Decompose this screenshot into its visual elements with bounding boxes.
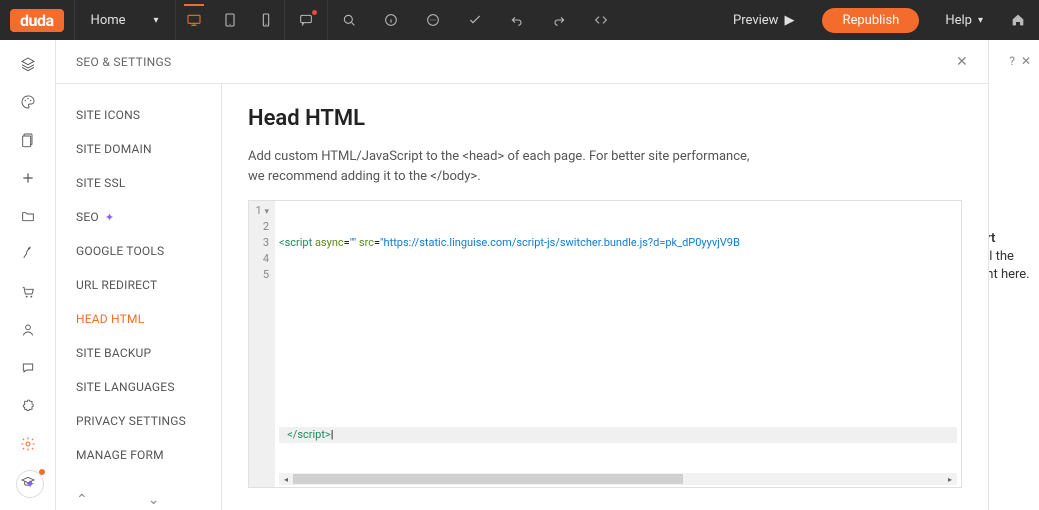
rail-content[interactable] <box>16 204 40 228</box>
horizontal-scrollbar[interactable]: ◂ ▸ <box>279 473 957 485</box>
preview-label: Preview <box>733 13 778 28</box>
background-hint-text: art all the ght here. <box>989 230 1039 285</box>
page-selector[interactable]: Home ▾ <box>75 13 175 28</box>
redo-icon <box>551 12 567 28</box>
help-label: Help <box>945 13 972 28</box>
play-icon: ▶ <box>784 13 794 28</box>
settings-panel: SEO & SETTINGS ✕ SITE ICONS SITE DOMAIN … <box>56 40 989 510</box>
redo-button[interactable] <box>538 0 580 40</box>
route-icon <box>20 246 36 262</box>
rail-membership[interactable] <box>16 318 40 342</box>
chevron-down-icon: ▾ <box>154 15 159 26</box>
sidebar-item-manage-form[interactable]: MANAGE FORM <box>56 438 221 472</box>
panel-title: SEO & SETTINGS <box>76 55 171 69</box>
preview-button[interactable]: Preview ▶ <box>717 13 810 28</box>
rail-apps[interactable] <box>16 394 40 418</box>
background-canvas-peek: ? ✕ art all the ght here. <box>989 40 1039 510</box>
chat-icon <box>425 12 441 28</box>
rail-blog[interactable] <box>16 356 40 380</box>
brand-logo: duda <box>10 9 64 32</box>
fold-icon[interactable]: ▾ <box>264 207 269 217</box>
page-selector-label: Home <box>91 13 126 28</box>
gear-icon <box>20 436 36 452</box>
chat-button[interactable] <box>412 0 454 40</box>
scroll-left-arrow[interactable]: ◂ <box>279 473 293 485</box>
rail-design[interactable] <box>16 90 40 114</box>
search-button[interactable] <box>328 0 370 40</box>
top-toolbar: duda Home ▾ Preview <box>0 0 1039 40</box>
desktop-icon <box>186 12 202 28</box>
sidebar-item-site-backup[interactable]: SITE BACKUP <box>56 336 221 370</box>
info-button[interactable] <box>370 0 412 40</box>
check-button[interactable] <box>454 0 496 40</box>
layers-icon <box>20 56 36 72</box>
help-button[interactable]: Help ▾ <box>931 13 997 28</box>
home-icon <box>1010 12 1026 28</box>
rail-add[interactable] <box>16 166 40 190</box>
sidebar-item-url-redirect[interactable]: URL REDIRECT <box>56 268 221 302</box>
mobile-icon <box>258 12 274 28</box>
sidebar-scroll-down[interactable]: ⌄ <box>148 492 160 508</box>
sidebar-item-label: SEO <box>76 210 99 224</box>
pages-icon <box>20 132 36 148</box>
rail-pages[interactable] <box>16 128 40 152</box>
panel-header: SEO & SETTINGS ✕ <box>56 40 988 84</box>
comment-icon <box>298 12 314 28</box>
content-title: Head HTML <box>248 106 962 131</box>
devmode-button[interactable] <box>580 0 622 40</box>
sidebar-item-site-languages[interactable]: SITE LANGUAGES <box>56 370 221 404</box>
sidebar-item-seo[interactable]: SEO ✦ <box>56 200 221 234</box>
sidebar-scroll-controls: ⌃ ⌄ <box>76 492 159 508</box>
settings-sidebar: SITE ICONS SITE DOMAIN SITE SSL SEO ✦ GO… <box>56 84 222 510</box>
check-icon <box>467 12 483 28</box>
rail-ecommerce[interactable] <box>16 280 40 304</box>
search-icon <box>341 12 357 28</box>
chevron-down-icon: ▾ <box>978 15 983 26</box>
comments-button[interactable] <box>285 0 327 40</box>
plus-icon <box>20 170 36 186</box>
background-close-icon[interactable]: ✕ <box>1021 54 1031 68</box>
desktop-device-button[interactable] <box>176 0 212 40</box>
sidebar-item-site-ssl[interactable]: SITE SSL <box>56 166 221 200</box>
speech-icon <box>20 360 36 376</box>
code-editor[interactable]: 1 ▾ 2 3 4 5 <script async="" src="https:… <box>248 200 962 488</box>
mobile-device-button[interactable] <box>248 0 284 40</box>
sidebar-item-privacy-settings[interactable]: PRIVACY SETTINGS <box>56 404 221 438</box>
panel-close-button[interactable]: ✕ <box>956 54 968 70</box>
sidebar-item-head-html[interactable]: HEAD HTML <box>56 302 221 336</box>
rail-widgets[interactable] <box>16 52 40 76</box>
republish-button[interactable]: Republish <box>822 8 919 33</box>
info-icon <box>383 12 399 28</box>
cart-icon <box>20 284 36 300</box>
cursor: | <box>331 428 334 441</box>
sidebar-item-site-domain[interactable]: SITE DOMAIN <box>56 132 221 166</box>
tablet-icon <box>222 12 238 28</box>
folder-icon <box>20 208 36 224</box>
undo-icon <box>509 12 525 28</box>
sidebar-scroll-up[interactable]: ⌃ <box>76 492 88 508</box>
scroll-right-arrow[interactable]: ▸ <box>943 473 957 485</box>
code-gutter: 1 ▾ 2 3 4 5 <box>249 201 275 487</box>
rail-settings[interactable] <box>16 432 40 456</box>
puzzle-icon <box>20 398 36 414</box>
sparkle-icon: ✦ <box>105 211 114 224</box>
code-text-area[interactable]: <script async="" src="https://static.lin… <box>275 201 961 487</box>
scroll-track[interactable] <box>293 473 943 485</box>
left-tool-rail <box>0 40 56 510</box>
home-button[interactable] <box>997 0 1039 40</box>
device-switcher <box>176 0 284 40</box>
person-icon <box>20 322 36 338</box>
content-area: Head HTML Add custom HTML/JavaScript to … <box>222 84 988 510</box>
tablet-device-button[interactable] <box>212 0 248 40</box>
code-icon <box>593 12 609 28</box>
sidebar-item-site-icons[interactable]: SITE ICONS <box>56 98 221 132</box>
rail-personalize[interactable] <box>16 242 40 266</box>
palette-icon <box>20 94 36 110</box>
content-description: Add custom HTML/JavaScript to the <head>… <box>248 147 768 186</box>
ai-assistant-button[interactable]: ✦ <box>16 470 44 498</box>
scroll-thumb[interactable] <box>293 474 683 484</box>
background-help-icon[interactable]: ? <box>1009 54 1015 68</box>
undo-button[interactable] <box>496 0 538 40</box>
sidebar-item-google-tools[interactable]: GOOGLE TOOLS <box>56 234 221 268</box>
